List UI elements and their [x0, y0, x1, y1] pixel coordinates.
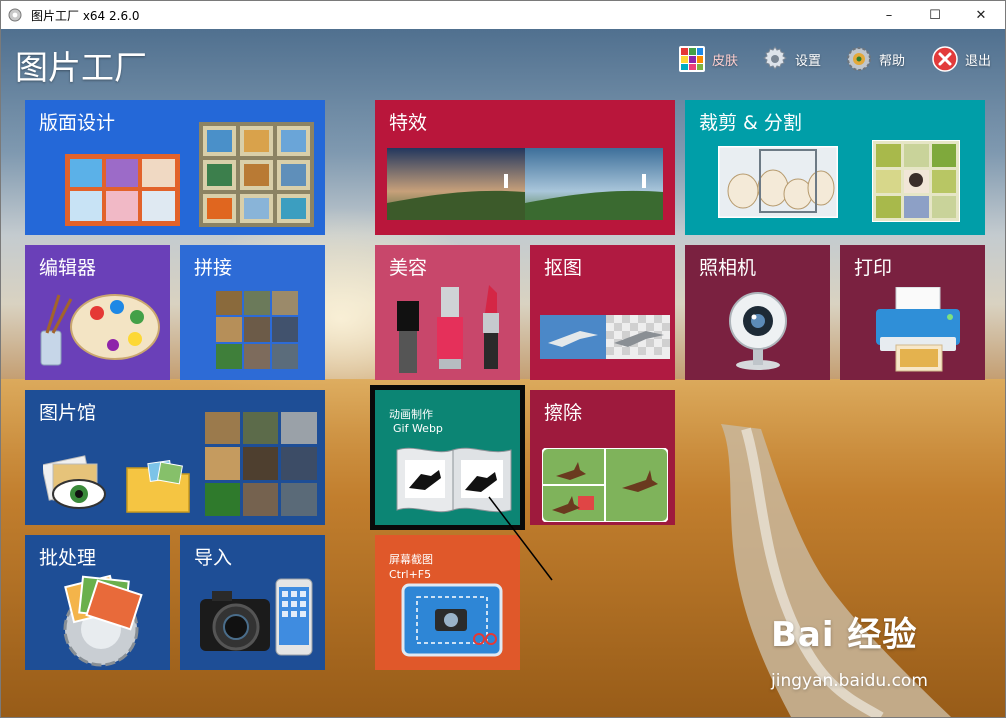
gear-icon: [763, 46, 787, 70]
settings-label: 设置: [795, 53, 822, 69]
tile-sublabel: Gif Webp: [393, 422, 443, 435]
minimize-button[interactable]: –: [866, 1, 912, 29]
tile-animation[interactable]: 动画制作 Gif Webp: [370, 385, 525, 530]
stamp-grid-icon: [199, 122, 314, 227]
app-title: 图片工厂: [15, 48, 147, 87]
tile-picture-gallery[interactable]: 图片馆: [25, 390, 325, 525]
tile-label: 美容: [389, 257, 428, 279]
batch-gear-photos-icon: [63, 574, 143, 667]
animal-mosaic-icon: [205, 412, 317, 516]
lighthouse-photo-icon: [387, 148, 663, 220]
tile-cutout[interactable]: 抠图: [530, 245, 675, 380]
palette-grid-icon: [679, 46, 705, 72]
exit-button[interactable]: 退出: [931, 43, 991, 75]
watermark-brand: Bai 经验: [771, 615, 918, 655]
camera-phone-icon: [200, 578, 313, 656]
app-window: 图片工厂 x64 2.6.0 – ☐ ✕ 图片工厂 皮肤 设置 帮助 退出 版面…: [0, 0, 1006, 718]
watermark-url: jingyan.baidu.com: [771, 671, 928, 691]
title-bar: 图片工厂 x64 2.6.0 – ☐ ✕: [1, 1, 1005, 29]
film-strip-icon: [396, 447, 512, 513]
tile-label: 拼接: [194, 257, 233, 279]
puppies-crop-icon: [718, 146, 838, 218]
tile-shortcut: Ctrl+F5: [389, 568, 432, 581]
deer-erase-icon: [542, 448, 668, 522]
tile-label: 抠图: [544, 257, 583, 279]
tile-erase[interactable]: 擦除: [530, 390, 675, 525]
help-button[interactable]: 帮助: [845, 43, 905, 75]
maximize-button[interactable]: ☐: [912, 1, 958, 29]
tile-label: 版面设计: [39, 112, 116, 134]
animal-mosaic-icon: [216, 291, 298, 369]
tile-screen-capture[interactable]: 屏幕截图 Ctrl+F5: [375, 535, 520, 670]
eye-photos-icon: [43, 455, 106, 509]
tile-camera[interactable]: 照相机: [685, 245, 830, 380]
tile-import[interactable]: 导入: [180, 535, 325, 670]
tile-label: 特效: [389, 112, 428, 134]
tile-editor[interactable]: 编辑器: [25, 245, 170, 380]
window-title: 图片工厂 x64 2.6.0: [31, 9, 140, 23]
tile-stitch[interactable]: 拼接: [180, 245, 325, 380]
tile-label: 导入: [194, 547, 233, 569]
cosmetics-icon: [397, 285, 499, 373]
tile-label: 动画制作: [389, 408, 433, 421]
tile-label: 批处理: [39, 547, 97, 569]
tile-crop-split[interactable]: 裁剪 & 分割: [685, 100, 985, 235]
folder-photos-icon: [126, 460, 190, 513]
paint-palette-icon: [40, 294, 160, 366]
collage-split-icon: [872, 140, 960, 222]
close-window-button[interactable]: ✕: [958, 1, 1004, 29]
bird-cutout-icon: [540, 315, 670, 359]
tile-effects[interactable]: 特效: [375, 100, 675, 235]
webcam-icon: [729, 292, 787, 370]
tile-batch-process[interactable]: 批处理: [25, 535, 170, 670]
tile-label: 擦除: [544, 402, 583, 424]
tile-layout-design[interactable]: 版面设计: [25, 100, 325, 235]
screen-capture-icon: [401, 583, 503, 657]
help-label: 帮助: [879, 53, 906, 69]
tile-print[interactable]: 打印: [840, 245, 985, 380]
settings-button[interactable]: 设置: [761, 43, 821, 75]
tile-label: 编辑器: [39, 257, 97, 279]
printer-icon: [876, 287, 960, 372]
tile-label: 图片馆: [39, 402, 97, 424]
help-gear-icon: [847, 47, 871, 71]
baidu-watermark: Bai 经验 jingyan.baidu.com: [771, 607, 1001, 707]
exit-icon: [932, 46, 958, 72]
tile-label: 裁剪 & 分割: [699, 112, 802, 134]
skin-label: 皮肤: [712, 53, 739, 69]
app-logo-icon: [8, 8, 22, 22]
tile-beauty[interactable]: 美容: [375, 245, 520, 380]
tile-label: 打印: [854, 257, 893, 279]
tile-label: 照相机: [699, 257, 757, 279]
tile-label: 屏幕截图: [389, 553, 433, 566]
photo-collage-icon: [65, 154, 180, 226]
exit-label: 退出: [965, 53, 992, 69]
skin-button[interactable]: 皮肤: [678, 43, 738, 75]
